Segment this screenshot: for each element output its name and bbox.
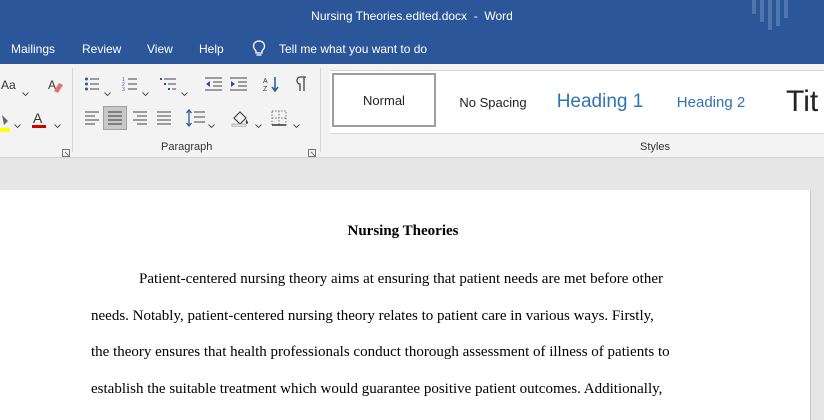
clear-formatting-icon[interactable]: A (46, 77, 64, 95)
sort-icon[interactable]: AZ (263, 75, 279, 93)
paragraph-line: needs. Notably, patient-centered nursing… (91, 308, 654, 324)
decrease-indent-icon[interactable] (205, 76, 223, 92)
font-dialog-launcher-icon[interactable] (62, 144, 70, 157)
increase-indent-icon[interactable] (230, 76, 248, 92)
document-canvas[interactable]: Nursing Theories Patient-centered nursin… (0, 158, 824, 420)
style-heading-1[interactable]: Heading 1 (550, 71, 650, 133)
document-page[interactable]: Nursing Theories Patient-centered nursin… (0, 190, 811, 420)
align-right-icon[interactable] (132, 110, 148, 126)
paragraph-line: Patient-centered nursing theory aims at … (139, 271, 663, 287)
paragraph-dialog-launcher-icon[interactable] (308, 144, 316, 157)
style-normal[interactable]: Normal (332, 73, 436, 127)
svg-text:Z: Z (263, 86, 268, 93)
title-bar-decoration (776, 0, 780, 26)
style-no-spacing[interactable]: No Spacing (448, 71, 538, 133)
style-title[interactable]: Tit (776, 71, 824, 133)
multilevel-list-icon[interactable] (160, 76, 178, 92)
shading-icon[interactable] (231, 109, 251, 127)
svg-text:3: 3 (122, 87, 125, 92)
title-bar-decoration (760, 0, 764, 22)
justify-icon[interactable] (156, 110, 172, 126)
highlight-color-icon[interactable] (0, 113, 10, 133)
chevron-down-icon[interactable] (14, 116, 21, 129)
paragraph-line: the theory ensures that health professio… (91, 344, 670, 360)
show-formatting-marks-icon[interactable] (295, 76, 307, 92)
line-spacing-icon[interactable] (186, 109, 206, 127)
tell-me-search[interactable]: Tell me what you want to do (279, 42, 427, 56)
chevron-down-icon[interactable] (255, 116, 262, 129)
styles-gallery: Normal No Spacing Heading 1 Heading 2 Ti… (330, 70, 824, 134)
title-bar: Nursing Theories.edited.docx - Word (0, 0, 824, 34)
bullets-icon[interactable] (84, 76, 100, 92)
styles-group-label: Styles (640, 141, 670, 153)
lightbulb-icon[interactable] (252, 40, 266, 58)
chevron-down-icon[interactable] (293, 116, 300, 129)
align-left-icon[interactable] (84, 110, 100, 126)
align-justify-button-active[interactable] (103, 106, 127, 130)
svg-text:A: A (33, 110, 43, 126)
group-separator (72, 68, 73, 152)
style-heading-2[interactable]: Heading 2 (666, 71, 756, 133)
numbering-icon[interactable]: 123 (122, 76, 138, 92)
group-separator (320, 68, 321, 152)
font-color-icon[interactable]: A (31, 110, 47, 130)
tab-view[interactable]: View (147, 42, 173, 56)
chevron-down-icon[interactable] (104, 84, 111, 97)
chevron-down-icon[interactable] (181, 84, 188, 97)
tab-help[interactable]: Help (199, 42, 224, 56)
chevron-down-icon[interactable] (54, 116, 61, 129)
svg-text:A: A (263, 78, 268, 85)
borders-icon[interactable] (271, 110, 287, 126)
ribbon: Aa A A 123 AZ Paragraph Normal No Spacin… (0, 64, 824, 158)
chevron-down-icon[interactable] (208, 116, 215, 129)
title-bar-decoration (784, 0, 788, 18)
title-bar-decoration (768, 0, 772, 30)
change-case-button[interactable]: Aa (1, 78, 16, 92)
tab-mailings[interactable]: Mailings (11, 42, 55, 56)
chevron-down-icon[interactable] (142, 84, 149, 97)
window-title: Nursing Theories.edited.docx - Word (311, 9, 513, 23)
paragraph-line: establish the suitable treatment which w… (91, 381, 663, 397)
chevron-down-icon[interactable] (22, 84, 29, 97)
document-title: Nursing Theories (347, 223, 459, 239)
tab-review[interactable]: Review (82, 42, 121, 56)
ribbon-tabs: Mailings Review View Help Tell me what y… (0, 34, 824, 64)
paragraph-group-label: Paragraph (161, 141, 213, 153)
title-bar-decoration (752, 0, 756, 14)
